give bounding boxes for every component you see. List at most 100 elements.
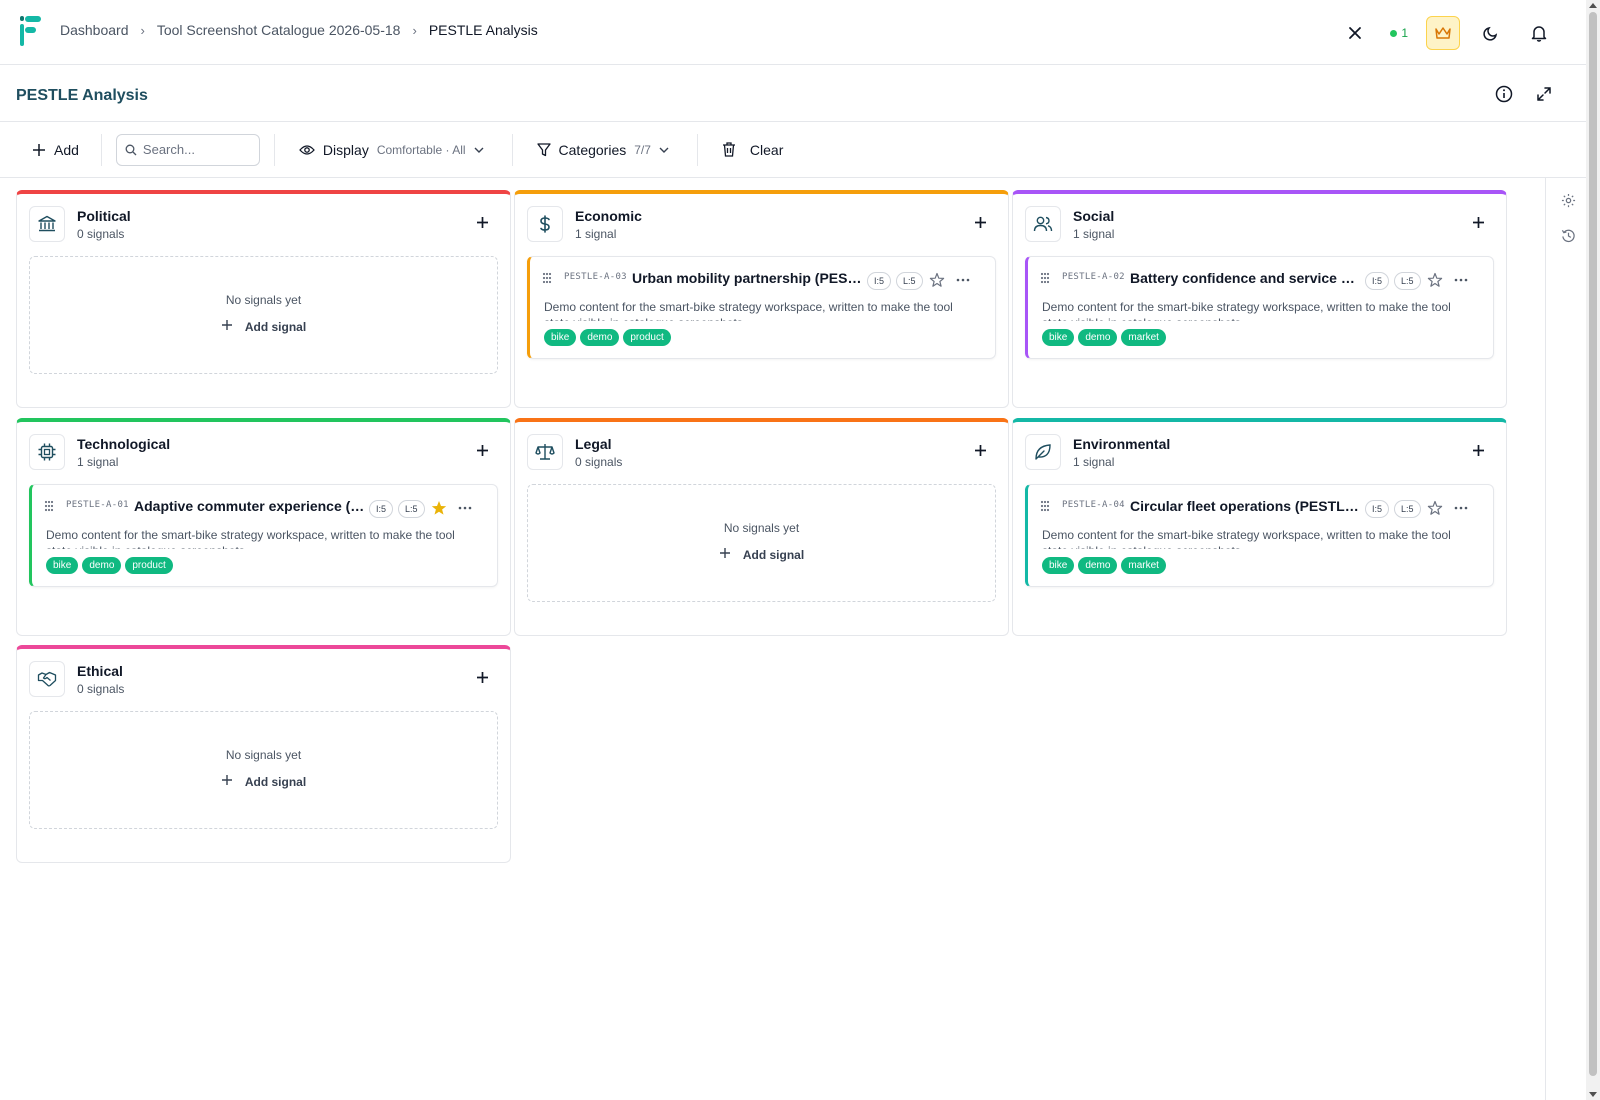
likelihood-badge: L:5 <box>398 500 425 518</box>
add-signal-button-political[interactable] <box>470 212 494 236</box>
signal-title[interactable]: Urban mobility partnership (PESTL... <box>632 270 864 286</box>
category-header: Environmental 1 signal <box>1025 434 1494 474</box>
add-signal-link[interactable]: Add signal <box>528 547 995 562</box>
add-signal-link[interactable]: Add signal <box>30 774 497 789</box>
history-button[interactable] <box>1556 223 1580 247</box>
star-icon[interactable] <box>1426 271 1444 289</box>
star-icon[interactable] <box>928 271 946 289</box>
star-icon[interactable] <box>1426 499 1444 517</box>
right-rail <box>1545 178 1586 1100</box>
categories-dropdown[interactable]: Categories 7/7 <box>536 142 669 158</box>
app-logo[interactable] <box>20 16 42 46</box>
category-header: Political 0 signals <box>29 206 498 246</box>
add-signal-label: Add signal <box>742 547 805 562</box>
tag-chip[interactable]: demo <box>1078 557 1118 574</box>
more-options-icon[interactable] <box>953 271 973 289</box>
signal-description: Demo content for the smart-bike strategy… <box>46 528 455 549</box>
users-icon <box>1025 206 1061 242</box>
online-dot-icon <box>1390 29 1398 37</box>
plus-icon <box>476 671 489 687</box>
toolbar-divider <box>696 133 698 166</box>
tag-chip[interactable]: product <box>623 329 671 346</box>
tag-chip[interactable]: market <box>1121 329 1166 346</box>
empty-state-text: No signals yet <box>225 293 302 307</box>
empty-state: No signals yet Add signal <box>29 711 498 829</box>
toolbar-divider <box>511 133 513 166</box>
tag-chip[interactable]: market <box>1121 557 1166 574</box>
category-name: Legal <box>575 436 612 452</box>
signal-title[interactable]: Adaptive commuter experience (P... <box>134 498 366 514</box>
drag-handle-icon[interactable] <box>44 499 54 515</box>
tag-chip[interactable]: demo <box>1078 329 1118 346</box>
drag-handle-icon[interactable] <box>542 271 552 287</box>
category-header: Technological 1 signal <box>29 434 498 474</box>
signal-title[interactable]: Circular fleet operations (PESTLE A... <box>1130 498 1362 514</box>
likelihood-badge: L:5 <box>1394 500 1421 518</box>
add-button[interactable]: Add <box>32 142 79 158</box>
filter-icon <box>536 142 551 156</box>
signal-title[interactable]: Battery confidence and service mo... <box>1130 270 1362 286</box>
toolbar: Add Display Comfortable · All Categories… <box>0 122 1586 178</box>
trash-icon <box>722 142 735 157</box>
theme-toggle-button[interactable] <box>1474 16 1508 50</box>
add-signal-button-economic[interactable] <box>968 212 992 236</box>
more-options-icon[interactable] <box>455 499 475 517</box>
presence-indicator[interactable]: 1 <box>1386 26 1412 40</box>
tag-chip[interactable]: bike <box>1042 557 1075 574</box>
clear-button-label: Clear <box>749 141 784 158</box>
clear-button[interactable]: Clear <box>722 142 783 158</box>
tag-chip[interactable]: bike <box>544 329 577 346</box>
notifications-button[interactable] <box>1522 16 1556 50</box>
plus-icon <box>476 444 489 460</box>
add-signal-button-social[interactable] <box>1466 212 1490 236</box>
search-input[interactable] <box>142 142 253 157</box>
category-header: Social 1 signal <box>1025 206 1494 246</box>
drag-handle-icon[interactable] <box>1040 271 1050 287</box>
dollar-icon <box>527 206 563 242</box>
tag-chip[interactable]: product <box>125 557 173 574</box>
settings-button[interactable] <box>1556 188 1580 212</box>
signal-card[interactable]: PESTLE-A-04 Circular fleet operations (PE… <box>1025 484 1494 587</box>
drag-handle-icon[interactable] <box>1040 499 1050 515</box>
tag-chip[interactable]: demo <box>580 329 620 346</box>
display-dropdown[interactable]: Display Comfortable · All <box>299 142 484 158</box>
fullscreen-button[interactable] <box>1532 82 1556 106</box>
search-field[interactable] <box>115 133 260 166</box>
premium-button[interactable] <box>1426 16 1460 50</box>
signal-card[interactable]: PESTLE-A-03 Urban mobility partnership (P… <box>527 256 996 359</box>
signal-card[interactable]: PESTLE-A-01 Adaptive commuter experience … <box>29 484 498 587</box>
plus-icon <box>974 216 987 232</box>
categories-value: 7/7 <box>634 142 651 157</box>
add-signal-link[interactable]: Add signal <box>30 319 497 334</box>
category-signal-count: 1 signal <box>77 455 119 469</box>
breadcrumb: Dashboard › Tool Screenshot Catalogue 20… <box>60 22 538 38</box>
chevron-down-icon <box>659 147 669 153</box>
more-options-icon[interactable] <box>1451 499 1471 517</box>
impact-badge: I:5 <box>1365 500 1390 518</box>
breadcrumb-catalogue[interactable]: Tool Screenshot Catalogue 2026-05-18 <box>157 22 401 38</box>
tag-chip[interactable]: bike <box>46 557 79 574</box>
breadcrumb-dashboard[interactable]: Dashboard <box>60 22 129 38</box>
add-signal-button-legal[interactable] <box>968 440 992 464</box>
category-header: Economic 1 signal <box>527 206 996 246</box>
empty-state-text: No signals yet <box>225 748 302 762</box>
page-scrollbar[interactable] <box>1586 0 1600 1100</box>
moon-icon <box>1483 26 1498 41</box>
eye-icon <box>299 144 315 155</box>
scroll-down-icon[interactable] <box>1589 1092 1597 1097</box>
tag-chip[interactable]: demo <box>82 557 122 574</box>
signal-card[interactable]: PESTLE-A-02 Battery confidence and servic… <box>1025 256 1494 359</box>
gear-icon <box>1561 193 1575 207</box>
scroll-thumb[interactable] <box>1589 12 1597 1076</box>
tag-chip[interactable]: bike <box>1042 329 1075 346</box>
add-signal-button-environmental[interactable] <box>1466 440 1490 464</box>
close-button[interactable] <box>1338 16 1372 50</box>
star-filled-icon[interactable] <box>430 499 448 517</box>
more-options-icon[interactable] <box>1451 271 1471 289</box>
info-button[interactable] <box>1492 82 1516 106</box>
add-signal-button-ethical[interactable] <box>470 667 494 691</box>
add-signal-button-technological[interactable] <box>470 440 494 464</box>
scroll-up-icon[interactable] <box>1589 3 1597 8</box>
tag-list: bike demo product <box>544 329 671 346</box>
signal-id: PESTLE-A-03 <box>564 272 627 282</box>
